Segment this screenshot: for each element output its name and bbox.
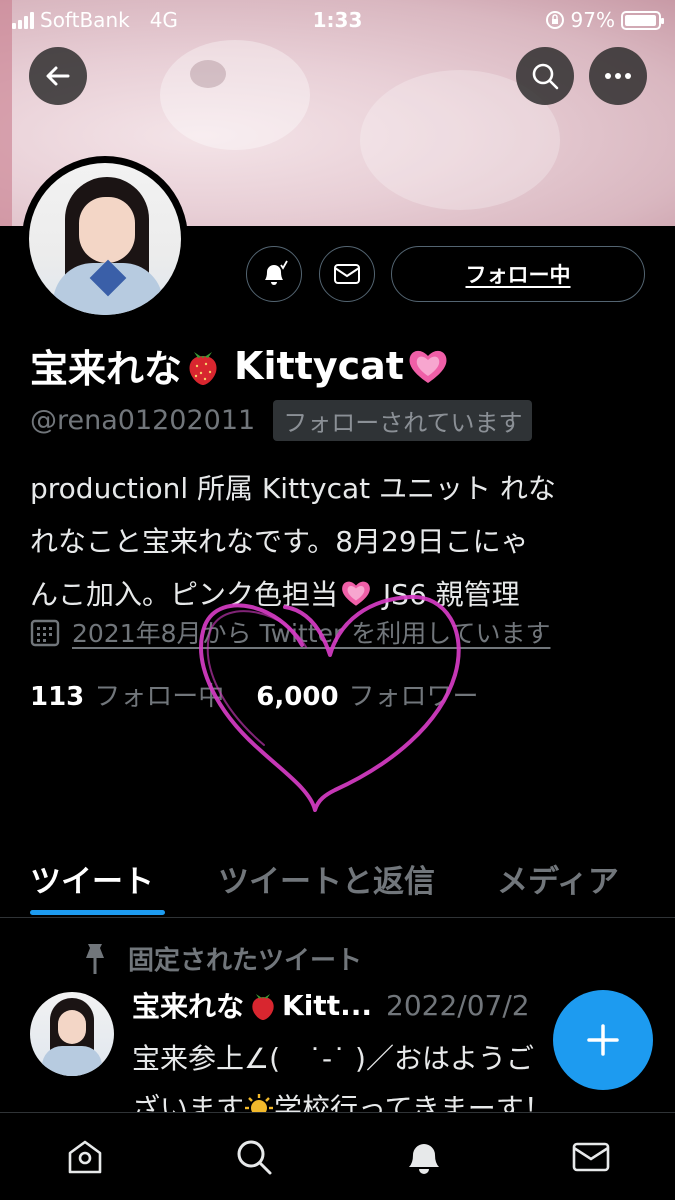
battery-icon — [621, 10, 664, 30]
search-icon — [532, 63, 559, 90]
tab-tweets-and-replies[interactable]: ツイートと返信 — [218, 856, 435, 901]
profile-name-unit: Kittycat — [234, 343, 404, 388]
profile-name-text: 宝来れな — [30, 347, 183, 391]
mail-icon — [334, 264, 360, 284]
sun-icon — [245, 1094, 274, 1114]
bottom-navigation — [0, 1112, 675, 1200]
notifications-button[interactable] — [246, 246, 302, 302]
handle-row: @rena01202011 フォローされています — [30, 400, 533, 441]
joined-date: 2021年8月から Twitter を利用しています — [30, 614, 550, 650]
bio-line: productionl 所属 Kittycat ユニット れな — [30, 472, 556, 505]
bell-icon — [409, 1144, 439, 1174]
pin-icon — [86, 943, 104, 974]
tweet-author-unit[interactable]: Kitt... — [282, 989, 372, 1022]
tweet-author-name[interactable]: 宝来れな — [132, 985, 244, 1025]
bio-text: JS6 親管理 — [374, 578, 520, 611]
more-button[interactable] — [589, 47, 647, 105]
battery-percent: 97% — [570, 8, 615, 32]
nav-home[interactable] — [63, 1135, 107, 1179]
nav-messages[interactable] — [569, 1135, 613, 1179]
tab-tweets[interactable]: ツイート — [30, 856, 154, 901]
following-button[interactable]: フォロー中 — [391, 246, 645, 302]
following-label[interactable]: フォロー中 — [94, 676, 224, 713]
profile-name: 宝来れな Kittycat — [30, 338, 450, 393]
tweet-text-line: ざいます 学校行ってきまーす！ — [132, 1084, 652, 1114]
pinned-label-row: 固定されたツイート — [80, 940, 362, 977]
bio-line: れなこと宝来れなです。8月29日こにゃ — [30, 525, 529, 558]
rotation-lock-icon — [545, 11, 564, 29]
tweet-author-avatar[interactable] — [30, 992, 114, 1076]
back-button[interactable] — [29, 47, 87, 105]
following-count[interactable]: 113 — [30, 682, 84, 712]
nav-notifications[interactable] — [402, 1135, 446, 1179]
sparkling-heart-icon — [409, 350, 447, 383]
search-icon — [237, 1140, 272, 1175]
home-icon — [68, 1140, 102, 1174]
follow-stats: 113 フォロー中 6,000 フォロワー — [30, 676, 479, 713]
banner-decoration — [190, 60, 226, 88]
strawberry-icon — [252, 993, 274, 1020]
profile-bio: productionl 所属 Kittycat ユニット れな れなこと宝来れな… — [30, 462, 650, 621]
follows-you-badge: フォローされています — [273, 400, 533, 441]
profile-tabs: ツイート ツイートと返信 メディア — [0, 848, 675, 918]
banner-decoration — [160, 40, 310, 150]
pinned-label: 固定されたツイート — [128, 946, 363, 976]
strawberry-icon — [189, 351, 217, 385]
search-button[interactable] — [516, 47, 574, 105]
followers-count[interactable]: 6,000 — [256, 682, 338, 712]
bio-text: んこ加入。ピンク色担当 — [30, 578, 339, 611]
compose-tweet-button[interactable] — [553, 990, 653, 1090]
nav-search[interactable] — [232, 1135, 276, 1179]
tweet-header: 宝来れな Kitt... 2022/07/2 — [132, 985, 530, 1025]
plus-icon — [587, 1024, 619, 1056]
tweet-date: 2022/07/2 — [386, 988, 530, 1022]
status-bar: SoftBank 4G 1:33 97% — [0, 0, 675, 40]
calendar-icon — [30, 619, 60, 647]
profile-avatar[interactable] — [22, 156, 188, 322]
active-tab-indicator — [30, 910, 165, 915]
avatar-face — [79, 197, 135, 263]
more-dots-icon — [605, 73, 631, 79]
tab-media[interactable]: メディア — [497, 856, 619, 901]
followers-label[interactable]: フォロワー — [349, 676, 479, 713]
profile-handle: @rena01202011 — [30, 405, 256, 436]
arrow-left-icon — [46, 66, 70, 86]
bell-check-icon — [265, 260, 288, 285]
mail-icon — [572, 1142, 610, 1172]
joined-text: 2021年8月から Twitter を利用しています — [72, 619, 551, 648]
sparkling-heart-icon — [342, 581, 370, 606]
message-button[interactable] — [319, 246, 375, 302]
